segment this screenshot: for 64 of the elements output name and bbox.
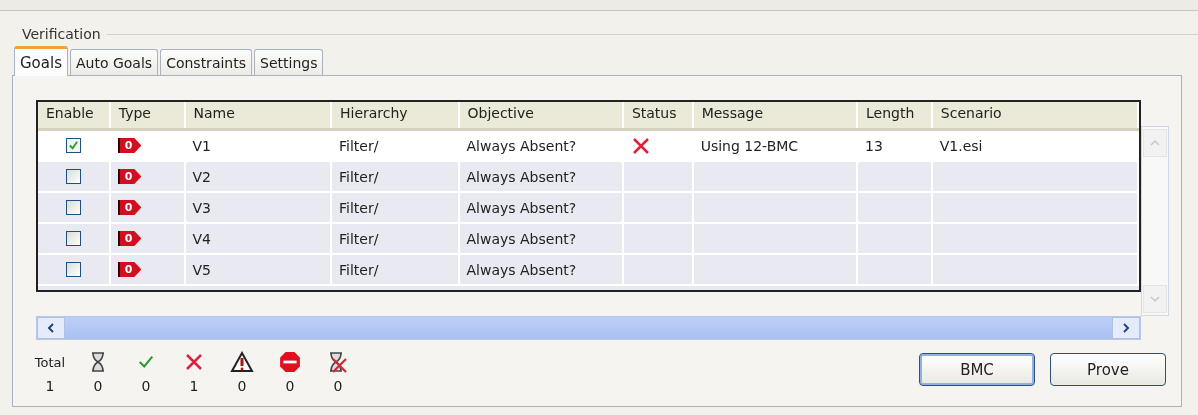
checkbox[interactable] xyxy=(65,231,81,246)
column-header[interactable]: Length xyxy=(858,102,933,128)
chevron-right-icon xyxy=(1121,323,1131,333)
summary-count: 0 xyxy=(237,378,247,394)
hourglass-icon xyxy=(90,351,106,373)
summary-count: 1 xyxy=(45,378,55,394)
goal-type-badge: 0 xyxy=(117,138,142,153)
table-cell: Always Absent? xyxy=(466,137,577,154)
stop-sign-icon xyxy=(279,351,301,373)
summary-count: 0 xyxy=(141,378,151,394)
action-button[interactable]: BMC xyxy=(919,353,1035,386)
tab[interactable]: Auto Goals xyxy=(70,49,159,75)
tab[interactable]: Settings xyxy=(254,49,324,75)
table-cell: V5 xyxy=(192,261,211,278)
goal-type-badge: 0 xyxy=(117,262,142,277)
checkbox[interactable] xyxy=(65,138,81,153)
table-cell: Always Absent? xyxy=(466,168,577,185)
table-cell: Filter/ xyxy=(338,168,379,185)
tab[interactable]: Constraints xyxy=(160,49,252,75)
cancelled-hourglass-icon xyxy=(328,351,348,373)
table-cell: V1.esi xyxy=(939,137,983,154)
column-header[interactable]: Type xyxy=(110,102,186,128)
goal-type-badge: 0 xyxy=(117,200,142,215)
table-cell: V2 xyxy=(192,168,211,185)
column-header[interactable]: Enable xyxy=(38,102,111,128)
summary-count: 0 xyxy=(333,378,343,394)
chevron-up-icon xyxy=(1150,138,1160,148)
column-header[interactable]: Scenario xyxy=(932,102,1139,128)
table-cell: 13 xyxy=(865,137,883,154)
summary-count: 0 xyxy=(285,378,295,394)
warning-icon xyxy=(230,351,254,373)
checkbox[interactable] xyxy=(65,262,81,277)
column-header[interactable]: Name xyxy=(185,102,332,128)
table-cell: Using 12-BMC xyxy=(700,137,799,154)
check-icon xyxy=(136,353,156,371)
column-header[interactable]: Message xyxy=(693,102,859,128)
table-cell: Filter/ xyxy=(338,230,379,247)
table-cell: Filter/ xyxy=(338,199,379,216)
table-cell: V3 xyxy=(192,199,211,216)
scroll-left-button[interactable] xyxy=(37,317,65,339)
checkbox[interactable] xyxy=(65,200,81,215)
column-header[interactable]: Status xyxy=(623,102,694,128)
table-cell: Always Absent? xyxy=(466,230,577,247)
table-cell: Filter/ xyxy=(338,261,379,278)
cross-icon xyxy=(184,352,204,372)
goal-type-badge: 0 xyxy=(117,231,142,246)
checkbox[interactable] xyxy=(65,169,81,184)
table-cell: V4 xyxy=(192,230,211,247)
table-cell: V1 xyxy=(192,137,211,154)
column-header[interactable]: Objective xyxy=(459,102,624,128)
summary-count: 0 xyxy=(93,378,103,394)
table-cell: Filter/ xyxy=(338,137,379,154)
table-cell: Always Absent? xyxy=(466,261,577,278)
chevron-left-icon xyxy=(46,323,56,333)
tab[interactable]: Goals xyxy=(14,46,68,76)
action-button[interactable]: Prove xyxy=(1050,353,1166,386)
group-title: Verification xyxy=(22,26,101,42)
table-cell: Always Absent? xyxy=(466,199,577,216)
summary-label: Total xyxy=(34,354,66,370)
chevron-down-icon xyxy=(1150,294,1160,304)
summary-count: 1 xyxy=(189,378,199,394)
column-header[interactable]: Hierarchy xyxy=(332,102,460,128)
scroll-right-button[interactable] xyxy=(1112,317,1140,339)
goal-type-badge: 0 xyxy=(117,169,142,184)
